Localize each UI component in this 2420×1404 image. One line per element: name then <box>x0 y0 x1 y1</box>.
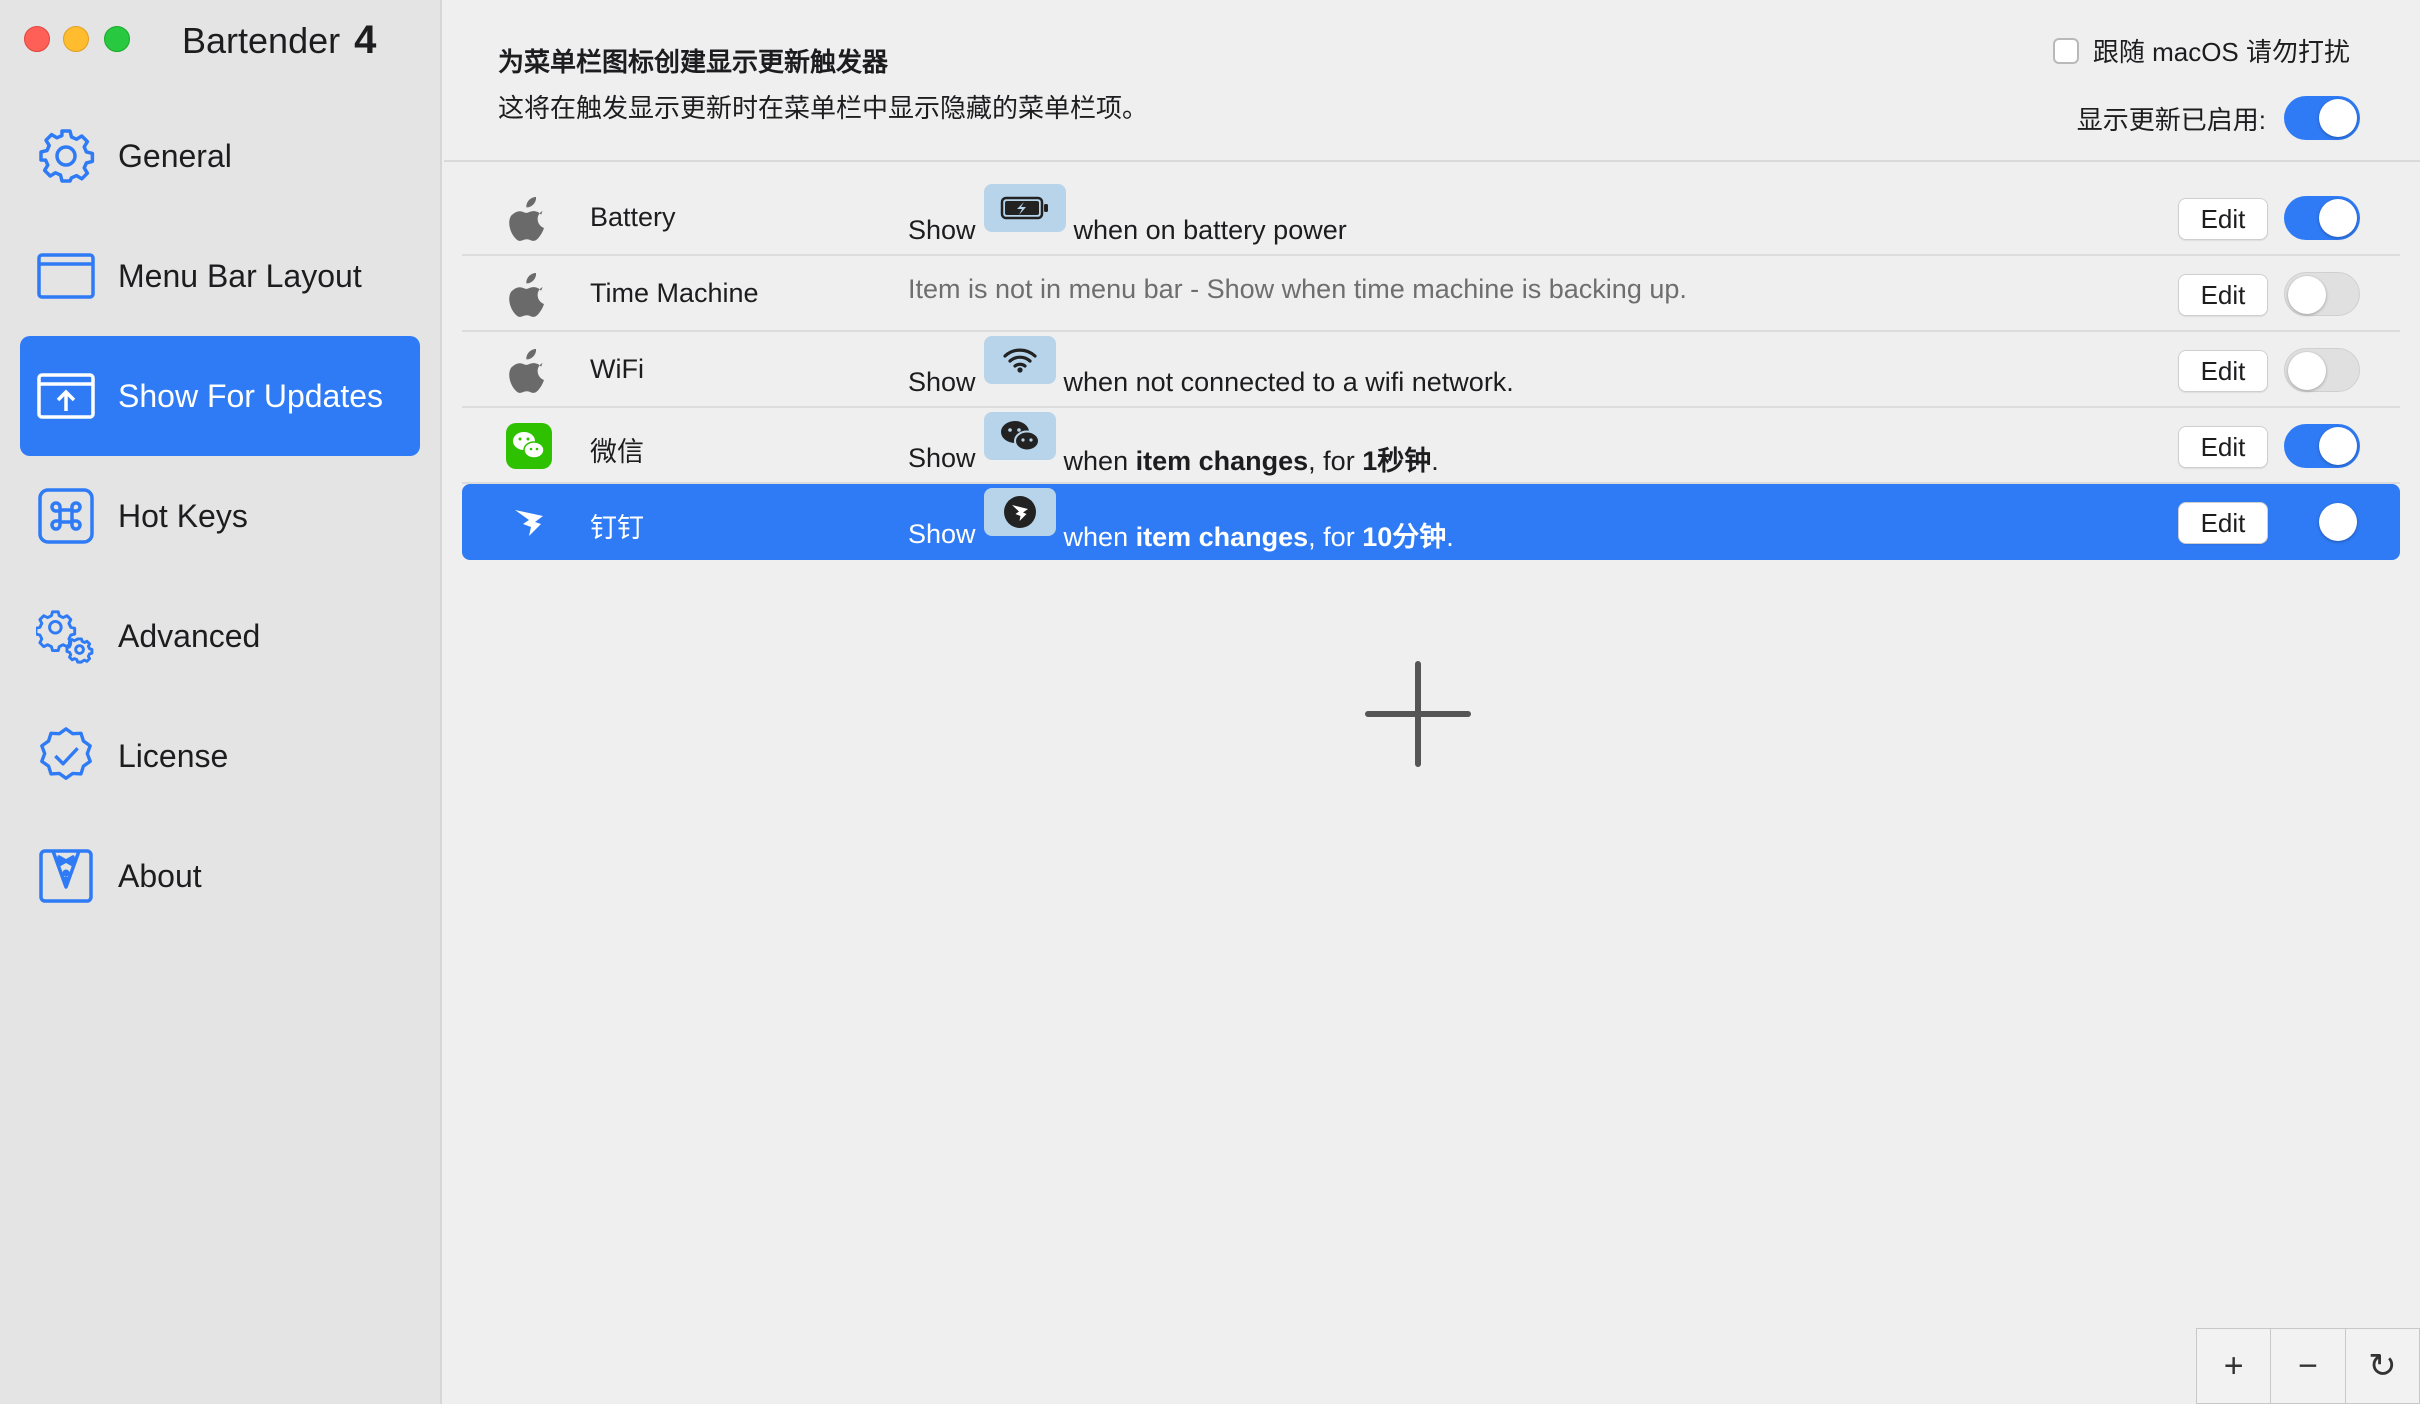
trigger-toggle[interactable] <box>2284 272 2360 316</box>
bottom-toolbar: + − ↻ <box>2196 1328 2420 1404</box>
condition-for: , for <box>1308 445 1363 476</box>
dingtalk-glyph-icon <box>983 488 1056 536</box>
trigger-condition: when item changes, for 10分钟. <box>1064 515 1454 554</box>
sidebar-item-menu-bar-layout[interactable]: Menu Bar Layout <box>20 216 420 336</box>
condition-duration: 1秒钟 <box>1362 445 1432 476</box>
app-title: Bartender 4 <box>182 18 376 63</box>
app-name: Bartender <box>182 20 341 61</box>
condition-end: . <box>1431 445 1439 476</box>
trigger-row-wifi[interactable]: WiFi Show when not connected to a wifi n… <box>462 332 2400 408</box>
edit-button[interactable]: Edit <box>2178 274 2268 316</box>
zoom-window-button[interactable] <box>104 26 130 52</box>
trigger-row-time-machine[interactable]: Time Machine Item is not in menu bar - S… <box>462 256 2400 332</box>
sidebar-item-general[interactable]: General <box>20 96 420 216</box>
app-window: Bartender 4 General Menu Bar Layout Show … <box>0 0 2420 1404</box>
gear-icon <box>36 126 96 186</box>
dnd-option[interactable]: 跟随 macOS 请勿打扰 <box>2052 32 2350 69</box>
app-version: 4 <box>354 18 377 62</box>
condition-when: when <box>1063 521 1136 552</box>
wifi-icon <box>983 336 1056 384</box>
sidebar-item-license[interactable]: License <box>20 696 420 816</box>
show-label: Show <box>908 366 976 397</box>
trigger-condition: when on battery power <box>1073 214 1347 245</box>
trigger-description: Show when item changes, for 10分钟. <box>908 484 1454 560</box>
menubar-window-icon <box>36 246 96 306</box>
trigger-name: 微信 <box>590 437 644 467</box>
condition-event: item changes <box>1135 445 1309 476</box>
gears-icon <box>36 606 96 666</box>
sidebar-item-advanced[interactable]: Advanced <box>20 576 420 696</box>
trigger-description: Show when item changes, for 1秒钟. <box>908 408 1439 484</box>
page-subtitle: 这将在触发显示更新时在菜单栏中显示隐藏的菜单栏项。 <box>498 93 1149 123</box>
sidebar: Bartender 4 General Menu Bar Layout Show … <box>0 0 442 1404</box>
trigger-row-battery[interactable]: Battery Show when on battery power Edit <box>462 180 2400 256</box>
sidebar-item-label: License <box>118 737 229 774</box>
sidebar-item-label: Show For Updates <box>118 377 384 414</box>
trigger-description: Show when not connected to a wifi networ… <box>908 332 1514 408</box>
trigger-name: WiFi <box>590 354 644 384</box>
trigger-row-dingtalk[interactable]: 钉钉 Show when item changes, for 10分钟. Edi… <box>462 484 2400 560</box>
trigger-name: Battery <box>590 202 676 232</box>
page-title: 为菜单栏图标创建显示更新触发器 <box>498 47 889 77</box>
condition-for: , for <box>1308 521 1363 552</box>
upload-window-icon <box>36 366 96 426</box>
add-trigger-button[interactable] <box>1364 660 1472 768</box>
trigger-toggle[interactable] <box>2284 196 2360 240</box>
minimize-window-button[interactable] <box>63 26 89 52</box>
sidebar-item-label: Menu Bar Layout <box>118 257 362 294</box>
refresh-button[interactable]: ↻ <box>2346 1329 2419 1403</box>
show-label: Show <box>908 442 976 473</box>
updates-enabled-label: 显示更新已启用: <box>2076 104 2266 135</box>
apple-icon <box>506 347 552 393</box>
sidebar-item-label: Advanced <box>118 617 261 654</box>
dingtalk-icon <box>506 499 552 545</box>
trigger-name: Time Machine <box>590 278 759 308</box>
trigger-toggle[interactable] <box>2284 424 2360 468</box>
condition-end: . <box>1446 521 1454 552</box>
sidebar-item-label: Hot Keys <box>118 497 248 534</box>
trigger-condition: when not connected to a wifi network. <box>1063 366 1514 397</box>
wechat-glyph-icon <box>983 412 1056 460</box>
updates-enabled-option: 显示更新已启用: <box>2077 96 2360 140</box>
plus-icon <box>1365 661 1471 767</box>
dnd-label: 跟随 macOS 请勿打扰 <box>2092 37 2350 67</box>
show-label: Show <box>908 214 976 245</box>
edit-button[interactable]: Edit <box>2178 350 2268 392</box>
add-button[interactable]: + <box>2197 1329 2272 1403</box>
condition-event: item changes <box>1135 521 1309 552</box>
sidebar-item-about[interactable]: About <box>20 816 420 936</box>
condition-when: when <box>1063 445 1136 476</box>
edit-button[interactable]: Edit <box>2178 198 2268 240</box>
show-label: Show <box>908 518 976 549</box>
sidebar-item-label: About <box>118 857 202 894</box>
wechat-icon <box>506 423 552 469</box>
trigger-row-wechat[interactable]: 微信 Show when item changes, for 1秒钟. Edit <box>462 408 2400 484</box>
trigger-name: 钉钉 <box>590 513 644 543</box>
trigger-condition: when item changes, for 1秒钟. <box>1064 439 1439 478</box>
sidebar-item-label: General <box>118 137 232 174</box>
remove-button[interactable]: − <box>2271 1329 2346 1403</box>
verified-badge-icon <box>36 726 96 786</box>
dnd-checkbox[interactable] <box>2052 37 2079 64</box>
trigger-toggle[interactable] <box>2284 348 2360 392</box>
edit-button[interactable]: Edit <box>2178 426 2268 468</box>
trigger-description: Show when on battery power <box>908 180 1347 256</box>
trigger-toggle[interactable] <box>2284 500 2360 544</box>
updates-enabled-toggle[interactable] <box>2284 96 2360 140</box>
command-key-icon <box>36 486 96 546</box>
apple-icon <box>506 271 552 317</box>
edit-button[interactable]: Edit <box>2178 502 2268 544</box>
trigger-list: Battery Show when on battery power Edit … <box>462 180 2400 560</box>
condition-duration: 10分钟 <box>1362 521 1447 552</box>
close-window-button[interactable] <box>24 26 50 52</box>
tuxedo-icon <box>36 846 96 906</box>
apple-icon <box>506 195 552 241</box>
battery-icon <box>983 184 1066 232</box>
sidebar-item-hot-keys[interactable]: Hot Keys <box>20 456 420 576</box>
trigger-description: Item is not in menu bar - Show when time… <box>908 274 1687 304</box>
sidebar-item-show-for-updates[interactable]: Show For Updates <box>20 336 420 456</box>
content-header: 为菜单栏图标创建显示更新触发器 这将在触发显示更新时在菜单栏中显示隐藏的菜单栏项… <box>444 0 2420 162</box>
